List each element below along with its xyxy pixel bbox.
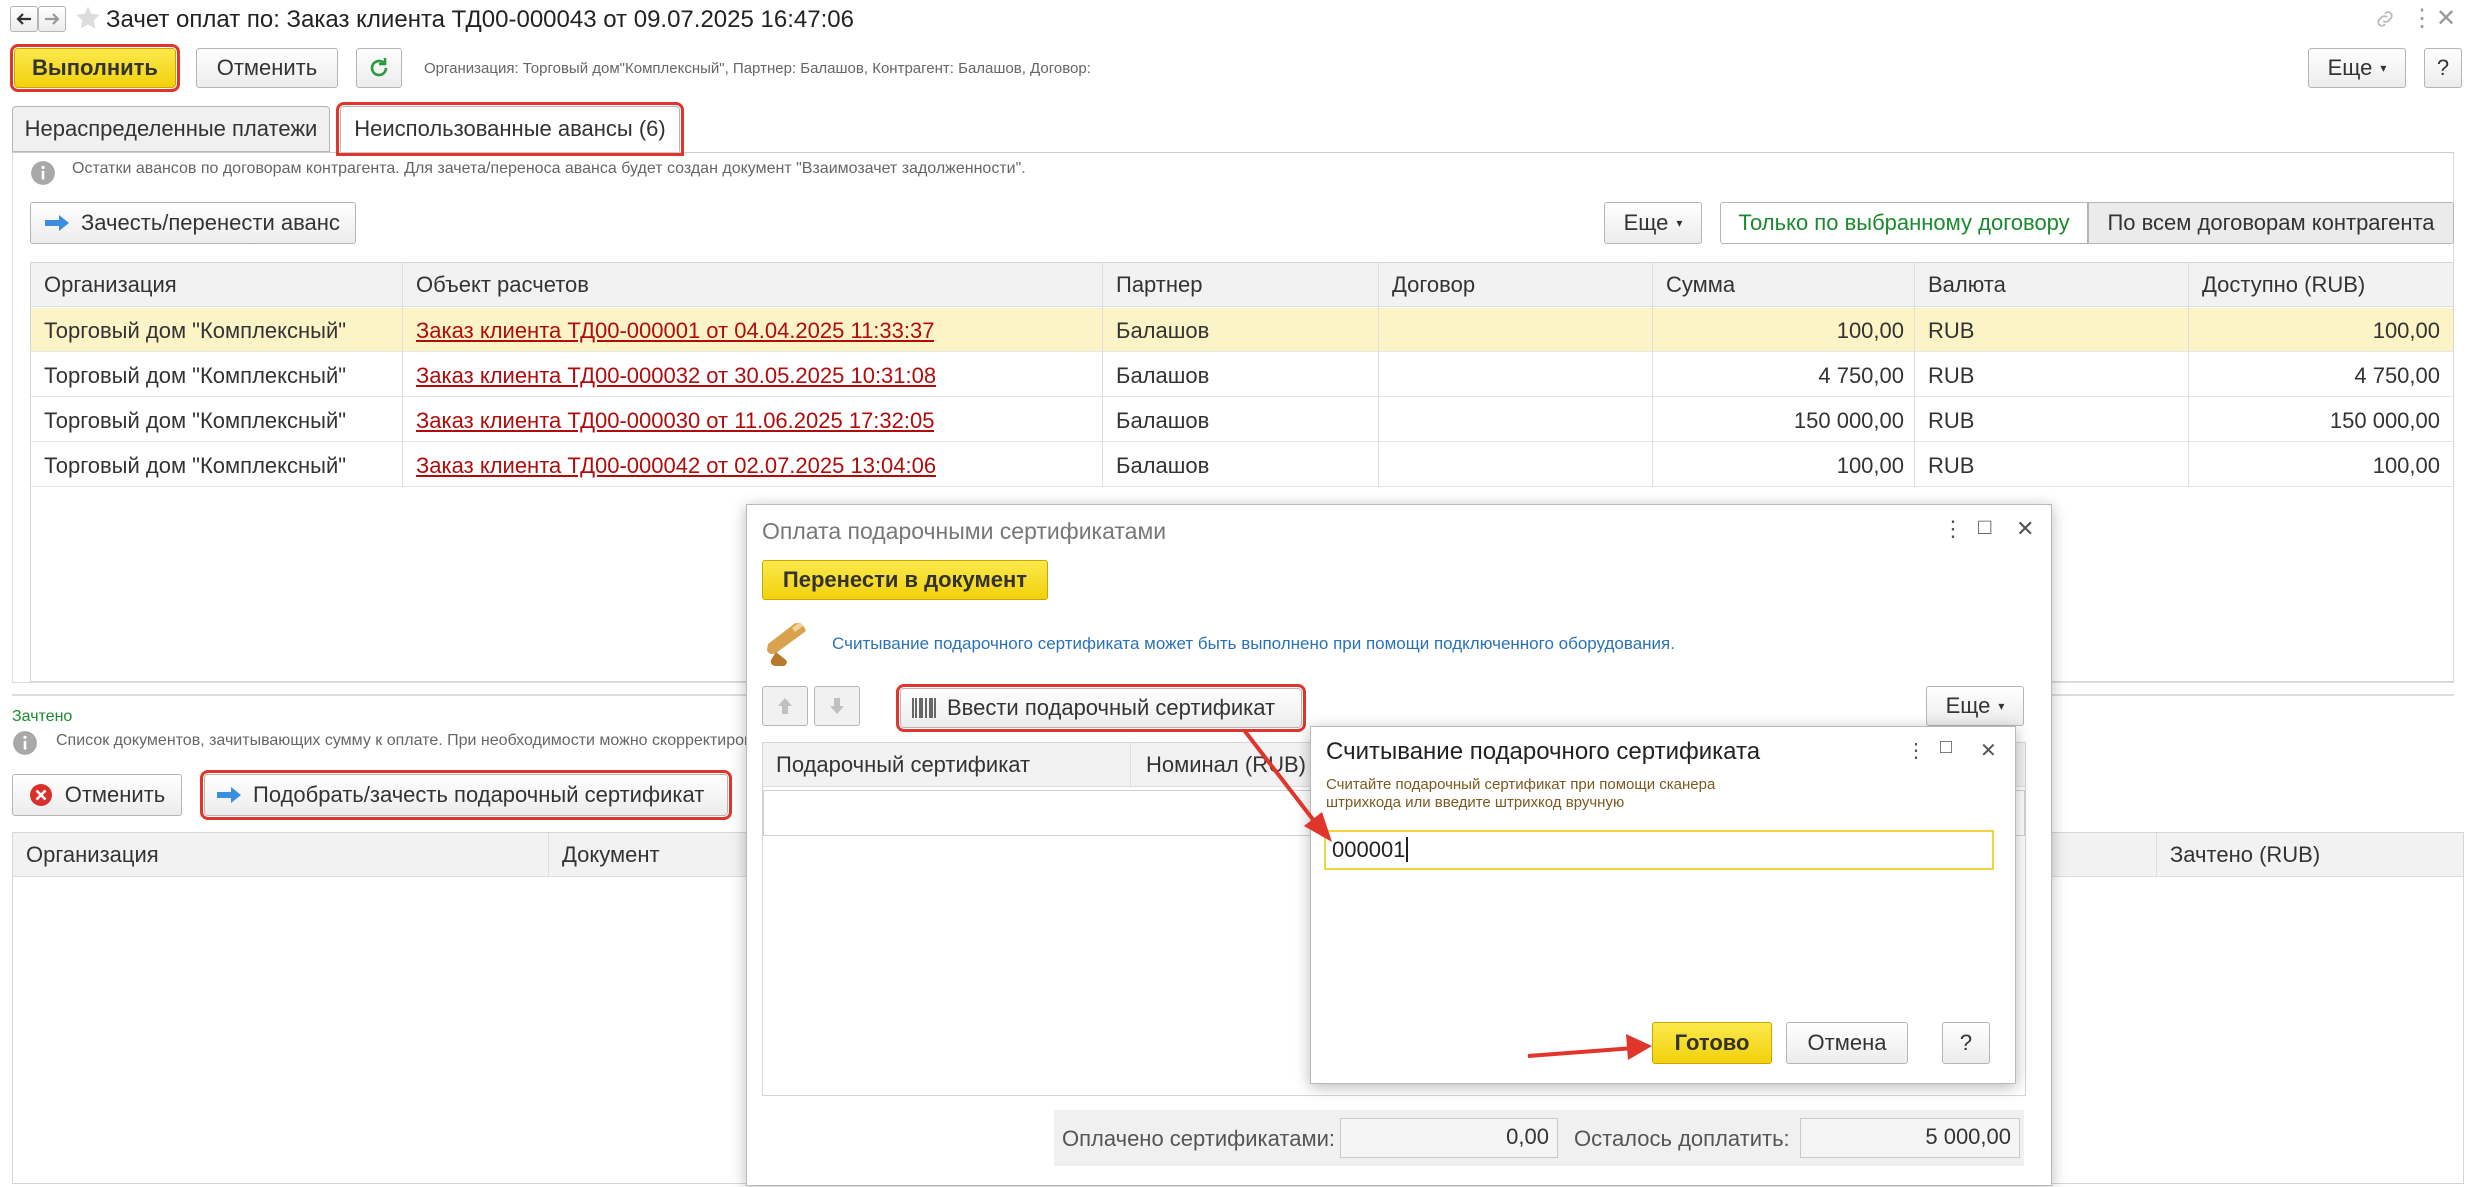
annotation-arrow: [1527, 1046, 1635, 1058]
annotation-arrow: [1242, 728, 1320, 828]
annotation-arrows: [1242, 728, 1652, 1060]
annotation-arrowhead: [1626, 1034, 1652, 1060]
